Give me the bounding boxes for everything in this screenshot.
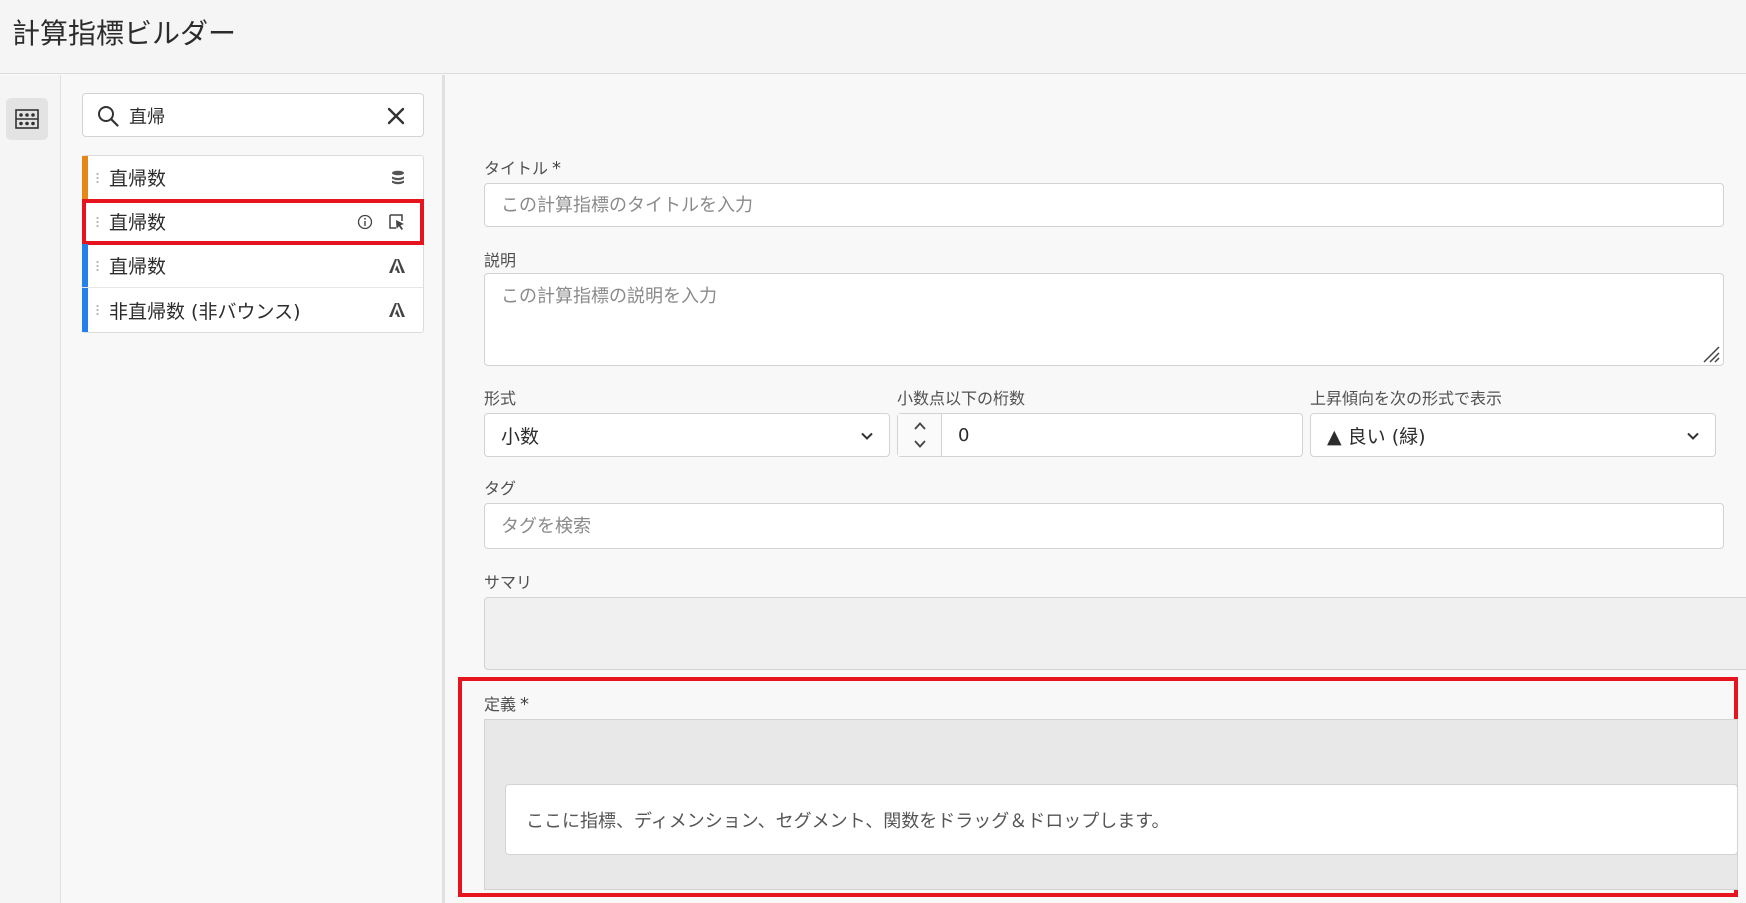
adobe-icon	[389, 259, 405, 273]
components-panel-icon	[15, 109, 39, 129]
list-item[interactable]: 直帰数	[82, 244, 423, 288]
title-input[interactable]	[484, 183, 1724, 227]
trend-value: ▲ 良い (緑)	[1327, 425, 1426, 448]
chevron-down-icon	[861, 432, 873, 440]
drag-handle[interactable]	[96, 260, 99, 272]
description-label: 説明	[484, 251, 517, 270]
format-value: 小数	[501, 425, 540, 448]
component-label: 直帰数	[109, 212, 167, 234]
left-rail	[0, 75, 61, 903]
list-item[interactable]: 直帰数	[82, 199, 424, 245]
decimals-input[interactable]	[958, 414, 1258, 456]
tags-search-input[interactable]	[484, 503, 1724, 549]
app-header: 計算指標ビルダー	[0, 0, 1746, 74]
chevron-down-icon	[1687, 432, 1699, 440]
type-color-bar	[82, 156, 88, 199]
calculated-metric-icon	[389, 214, 404, 230]
component-label: 直帰数	[109, 168, 167, 190]
app-title: 計算指標ビルダー	[12, 17, 237, 50]
adobe-icon	[389, 303, 405, 317]
drag-handle[interactable]	[96, 172, 99, 184]
definition-drop-zone[interactable]: ここに指標、ディメンション、セグメント、関数をドラッグ＆ドロップします。	[505, 784, 1738, 855]
format-select[interactable]: 小数	[484, 413, 890, 457]
stepper-arrows	[898, 414, 942, 456]
component-search[interactable]	[82, 93, 424, 137]
components-panel-button[interactable]	[6, 98, 48, 140]
component-label: 非直帰数 (非バウンス)	[109, 300, 301, 323]
list-item[interactable]: 非直帰数 (非バウンス)	[82, 288, 423, 332]
definition-label: 定義 *	[484, 694, 530, 715]
decimals-stepper[interactable]	[897, 413, 1303, 457]
summary-label: サマリ	[484, 573, 533, 592]
component-label: 直帰数	[109, 256, 167, 278]
type-color-bar	[82, 244, 88, 287]
format-label: 形式	[484, 389, 517, 408]
required-mark: *	[552, 158, 562, 179]
description-textarea[interactable]	[484, 273, 1724, 366]
trend-select[interactable]: ▲ 良い (緑)	[1310, 413, 1716, 457]
summary-box	[484, 597, 1746, 670]
list-item[interactable]: 直帰数	[82, 156, 423, 200]
drop-zone-hint: ここに指標、ディメンション、セグメント、関数をドラッグ＆ドロップします。	[526, 810, 1170, 832]
stack-icon	[392, 170, 404, 185]
title-label: タイトル *	[484, 158, 562, 179]
search-icon	[98, 106, 119, 127]
resize-handle-icon[interactable]	[1700, 343, 1720, 363]
decimals-label: 小数点以下の桁数	[897, 389, 1026, 408]
trend-label: 上昇傾向を次の形式で表示	[1310, 389, 1503, 408]
type-color-bar	[82, 288, 88, 332]
chevron-up-icon[interactable]	[912, 420, 928, 432]
info-icon[interactable]	[357, 214, 373, 230]
component-list: 直帰数 直帰数 直帰数 非直帰数 (非バウンス)	[82, 155, 424, 333]
close-icon[interactable]	[385, 105, 407, 127]
required-mark: *	[520, 694, 530, 715]
tags-label: タグ	[484, 479, 517, 498]
drag-handle[interactable]	[96, 304, 99, 316]
components-panel: 直帰数 直帰数 直帰数	[62, 75, 445, 903]
chevron-down-icon[interactable]	[912, 438, 928, 450]
search-input[interactable]	[129, 101, 369, 131]
drag-handle[interactable]	[96, 216, 99, 228]
metric-form: タイトル* 説明 形式 小数 小数点以下の桁数 上昇傾向を次の形式で表示 ▲ 良…	[448, 75, 1746, 903]
